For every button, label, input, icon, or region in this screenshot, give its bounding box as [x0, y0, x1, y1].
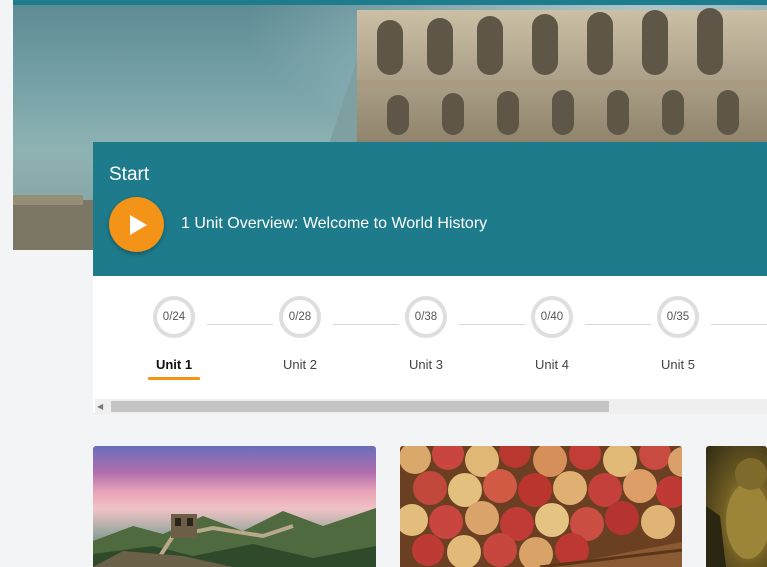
colosseum-image: [327, 8, 767, 150]
unit-item-4[interactable]: 0/40 Unit 4: [512, 296, 592, 374]
unit-progress-ring: 0/24: [153, 296, 195, 338]
unit-label: Unit 1: [155, 357, 193, 372]
start-lesson-link[interactable]: 1 Unit Overview: Welcome to World Histor…: [181, 215, 487, 233]
unit-progress-ring: 0/38: [405, 296, 447, 338]
scroll-left-icon[interactable]: ◀: [97, 402, 103, 411]
buddha-image: [706, 458, 767, 567]
unit-progress-ring: 0/35: [657, 296, 699, 338]
scrollbar-thumb[interactable]: [111, 401, 609, 412]
play-icon: [130, 215, 147, 235]
apples-image: [400, 446, 682, 567]
unit-item-1[interactable]: 0/24 Unit 1: [134, 296, 214, 380]
unit-item-5[interactable]: 0/35 Unit 5: [638, 296, 718, 374]
start-panel: Start 1 Unit Overview: Welcome to World …: [93, 142, 767, 276]
unit-label: Unit 3: [409, 357, 443, 372]
ruins-left-image: [13, 195, 93, 250]
play-button[interactable]: [109, 197, 164, 252]
great-wall-image: [93, 508, 376, 567]
unit-connector: [711, 324, 767, 325]
course-card-apples[interactable]: [400, 446, 682, 567]
unit-progress-ring: 0/40: [531, 296, 573, 338]
horizontal-scrollbar[interactable]: ◀: [95, 399, 767, 414]
units-progress-panel: 0/24 Unit 1 0/28 Unit 2 0/38 Unit 3 0/40…: [93, 276, 767, 414]
unit-label: Unit 5: [661, 357, 695, 372]
unit-item-3[interactable]: 0/38 Unit 3: [386, 296, 466, 374]
course-card-buddha[interactable]: [706, 446, 767, 567]
start-title: Start: [109, 164, 150, 185]
course-card-great-wall[interactable]: [93, 446, 376, 567]
unit-label: Unit 4: [535, 357, 569, 372]
unit-label: Unit 2: [283, 357, 317, 372]
unit-item-2[interactable]: 0/28 Unit 2: [260, 296, 340, 374]
active-unit-underline: [148, 377, 200, 380]
unit-progress-ring: 0/28: [279, 296, 321, 338]
